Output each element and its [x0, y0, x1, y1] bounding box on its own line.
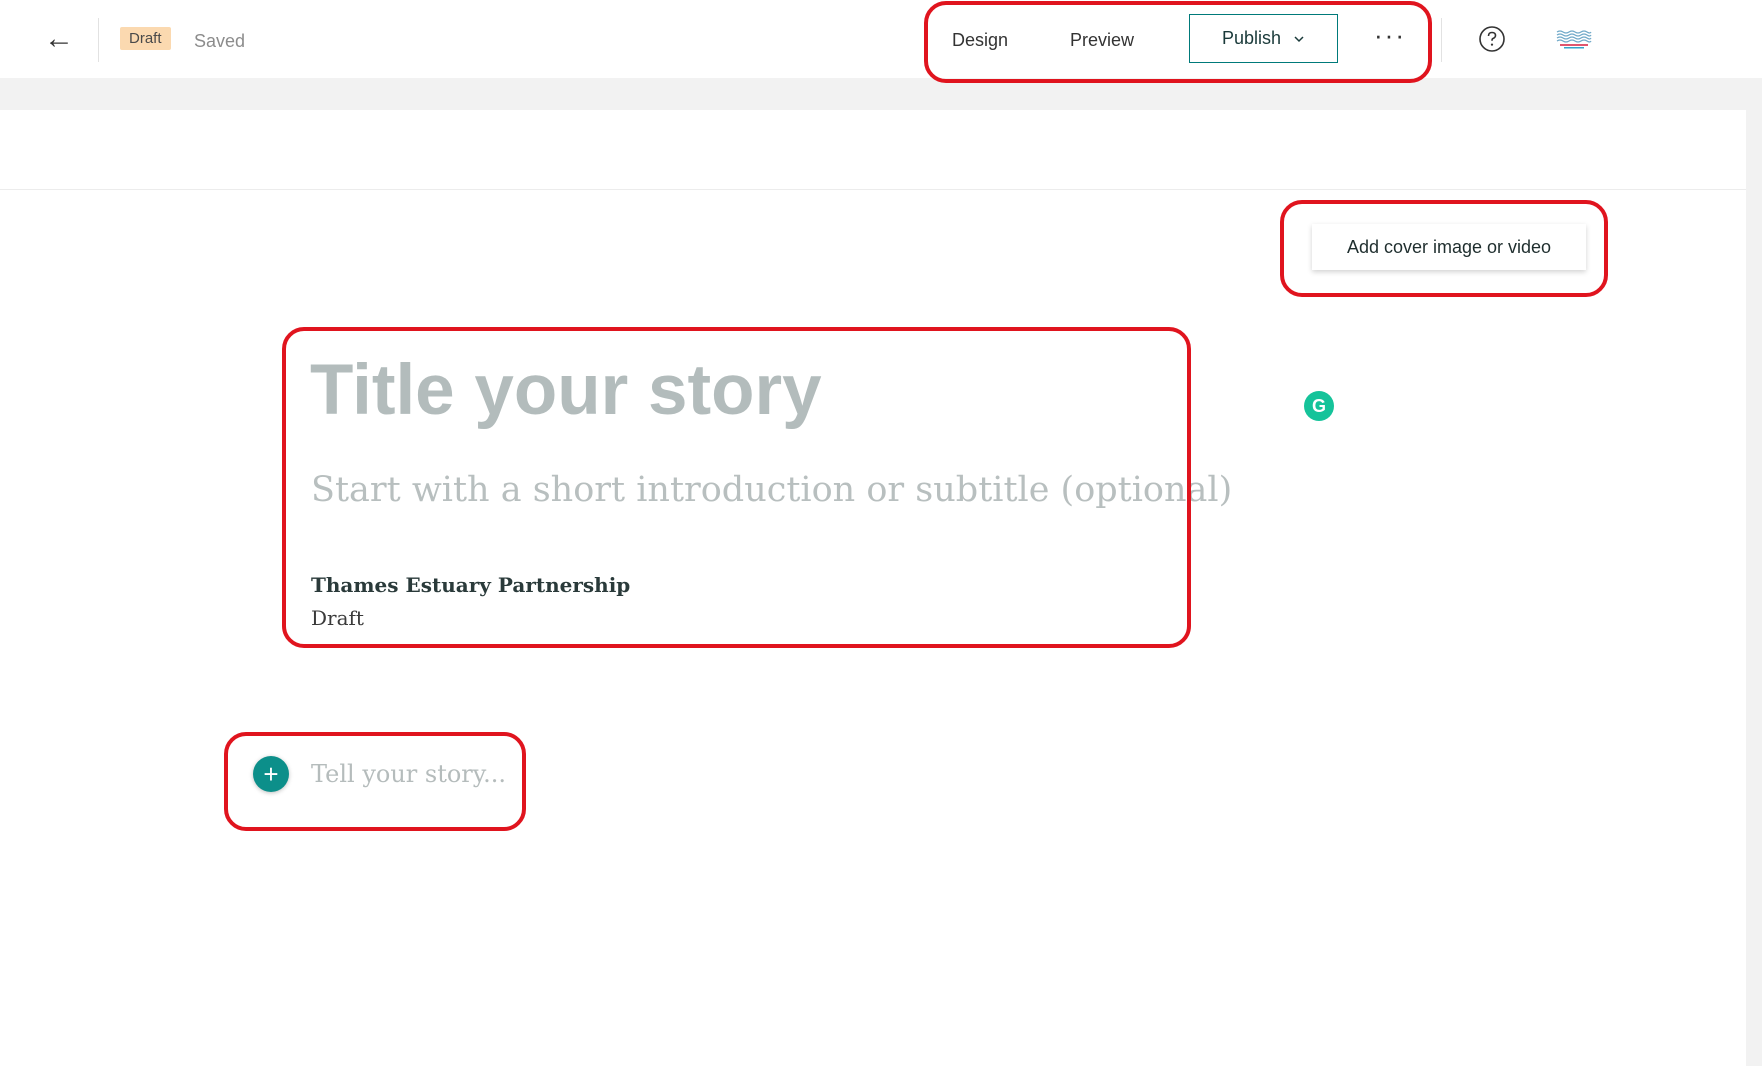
story-title-input[interactable]: Title your story	[310, 350, 822, 431]
author-name: Thames Estuary Partnership	[311, 573, 631, 597]
story-subtitle-input[interactable]: Start with a short introduction or subti…	[311, 470, 1232, 510]
plus-icon: +	[263, 758, 279, 789]
header-divider	[0, 189, 1746, 190]
question-circle-icon[interactable]	[1478, 25, 1506, 53]
more-options-button[interactable]: ···	[1374, 20, 1406, 51]
scrollbar-track[interactable]	[1746, 110, 1762, 1066]
publish-button-label: Publish	[1221, 28, 1282, 48]
save-status: Saved	[194, 31, 246, 51]
toolbar-separator	[0, 78, 1762, 110]
top-bar: ← Draft Saved Design Preview Publish ···	[0, 0, 1762, 78]
preview-button[interactable]: Preview	[1070, 30, 1134, 51]
divider	[1441, 18, 1442, 62]
status-badge: Draft	[120, 27, 171, 50]
design-button[interactable]: Design	[952, 30, 1008, 51]
publish-button[interactable]: Publish	[1189, 14, 1338, 63]
story-body-input[interactable]: Tell your story...	[311, 760, 506, 788]
add-cover-button[interactable]: Add cover image or video	[1312, 224, 1586, 270]
chevron-down-icon	[1294, 35, 1304, 42]
back-arrow-icon[interactable]: ←	[44, 22, 80, 58]
divider	[98, 18, 99, 62]
grammarly-icon[interactable]: G	[1304, 391, 1334, 421]
add-block-button[interactable]: +	[253, 756, 289, 792]
organization-logo[interactable]	[1556, 29, 1592, 51]
story-status: Draft	[311, 606, 364, 630]
